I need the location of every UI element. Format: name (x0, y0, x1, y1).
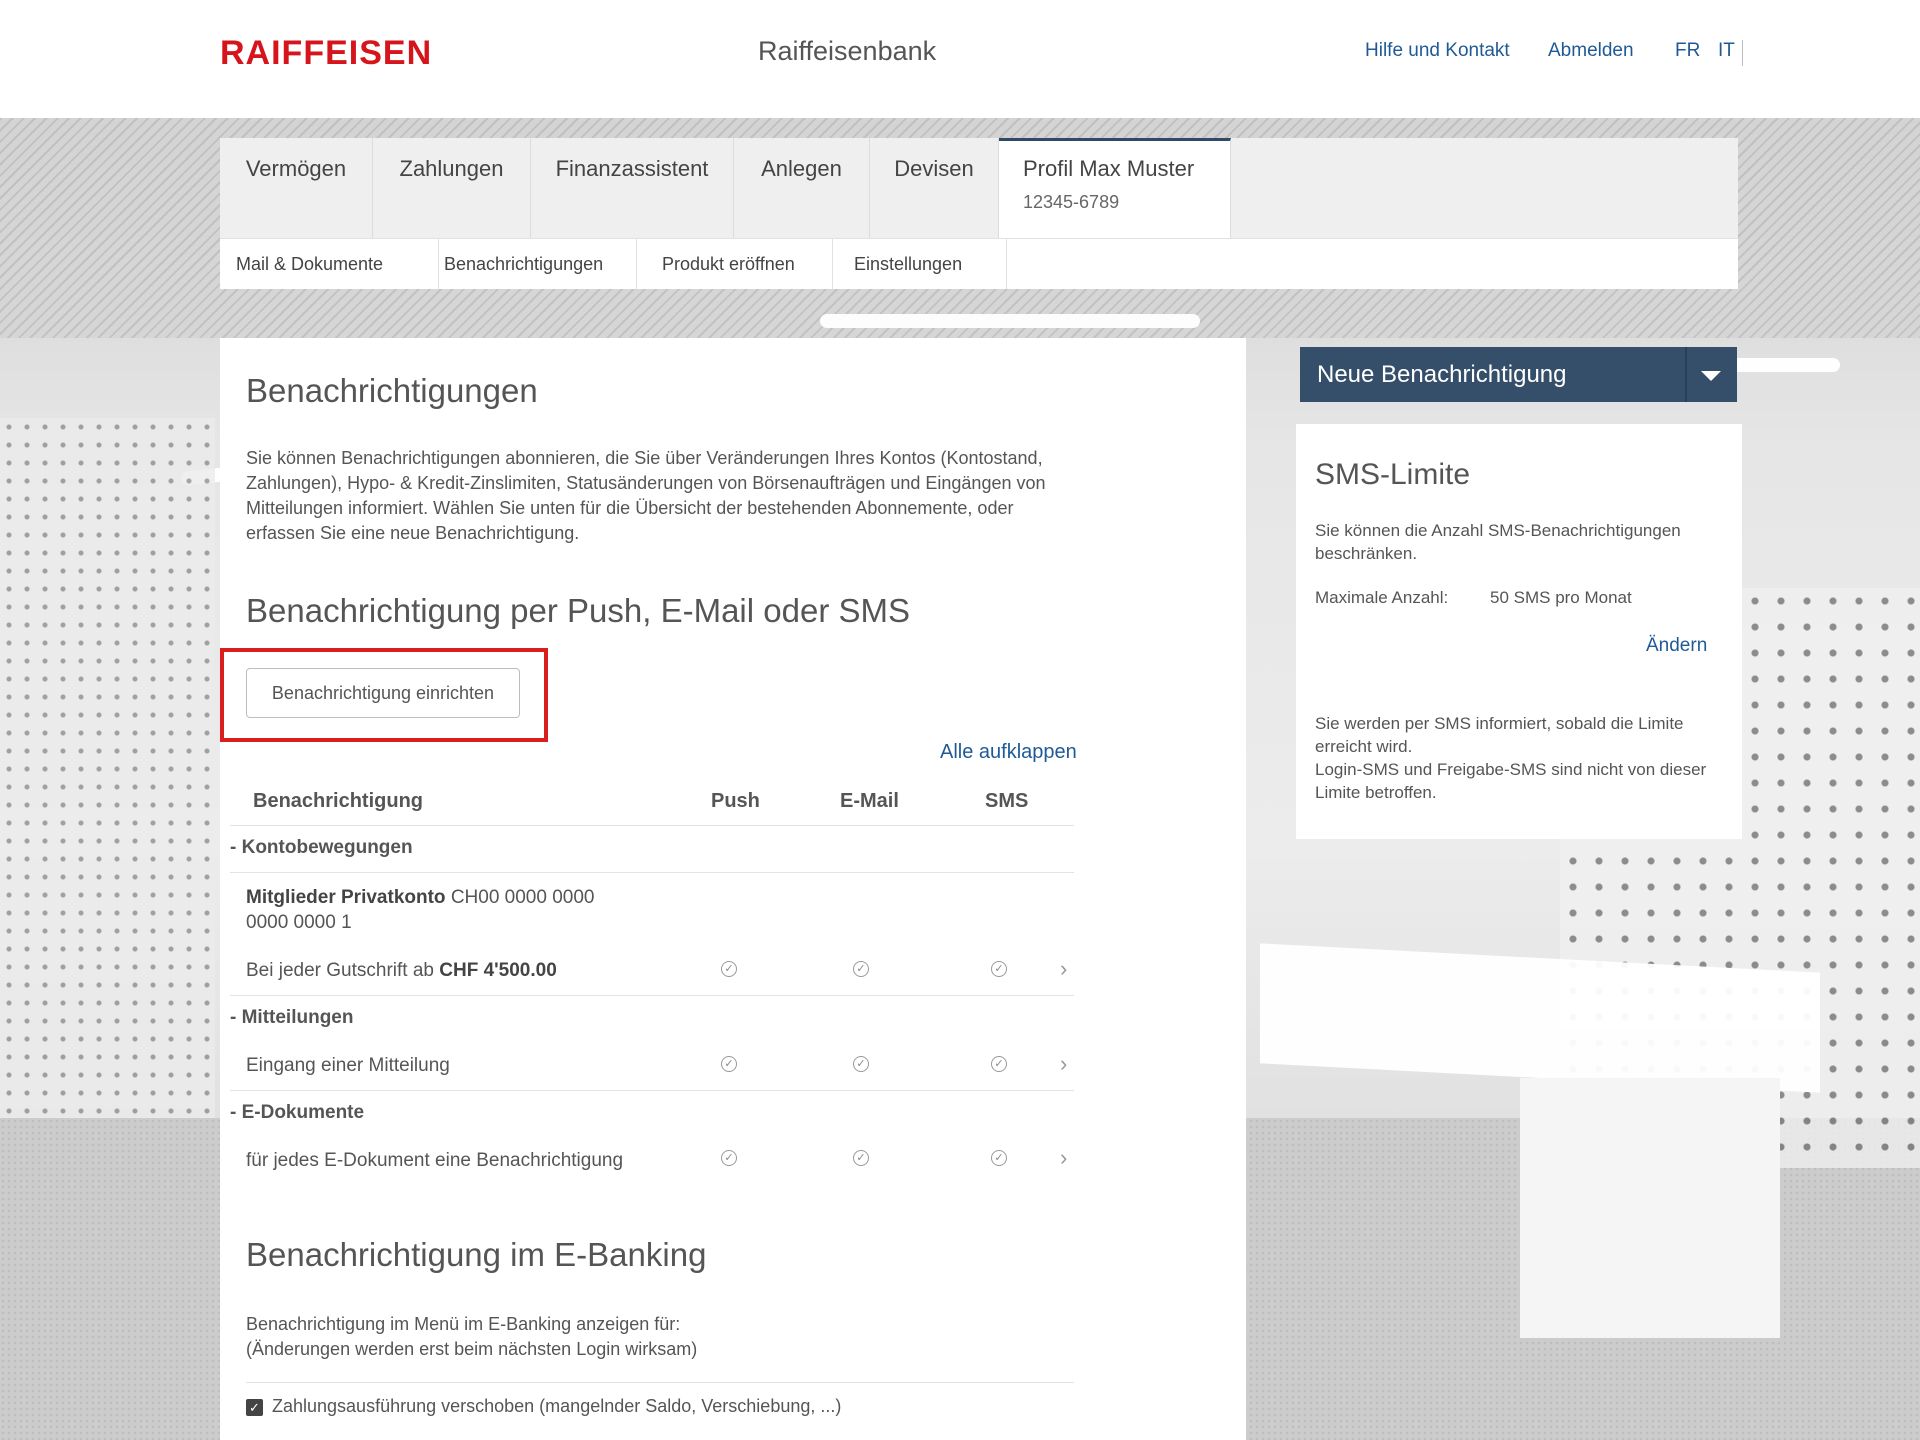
tab-zahlungen[interactable]: Zahlungen (373, 138, 531, 238)
group-kontobewegungen[interactable]: - Kontobewegungen (230, 837, 413, 859)
sms-limit-title: SMS-Limite (1315, 458, 1471, 491)
main-navigation: Vermögen Zahlungen Finanzassistent Anleg… (220, 138, 1738, 238)
ebanking-line-1: Benachrichtigung im Menü im E-Banking an… (246, 1314, 681, 1334)
profile-number: 12345-6789 (1023, 192, 1120, 212)
account-name: Mitglieder Privatkonto (246, 887, 446, 908)
logout-link[interactable]: Abmelden (1548, 40, 1634, 62)
group-label: Kontobewegungen (241, 837, 413, 858)
rule-amount: CHF 4'500.00 (439, 960, 557, 981)
page-title: Benachrichtigungen (246, 372, 538, 409)
account-label: Mitglieder Privatkonto CH00 0000 0000 00… (246, 885, 594, 935)
column-header-name: Benachrichtigung (253, 790, 424, 812)
tab-finanzassistent[interactable]: Finanzassistent (531, 138, 734, 238)
section-title-push: Benachrichtigung per Push, E-Mail oder S… (246, 592, 910, 629)
group-label: E-Dokumente (241, 1102, 365, 1123)
divider (246, 1382, 1074, 1383)
dropdown-label: Neue Benachrichtigung (1317, 361, 1567, 388)
raiffeisen-logo[interactable]: RAIFFEISEN (220, 34, 432, 73)
divider (230, 825, 1074, 826)
lang-separator (1742, 40, 1743, 66)
push-check-icon[interactable]: ✓ (721, 1150, 737, 1166)
expand-all-link[interactable]: Alle aufklappen (940, 741, 1077, 764)
ceiling-light (820, 314, 1200, 328)
sub-navigation: Mail & Dokumente Benachrichtigungen Prod… (220, 238, 1738, 289)
table-row-gutschrift: Bei jeder Gutschrift ab CHF 4'500.00 (246, 960, 557, 982)
help-contact-link[interactable]: Hilfe und Kontakt (1365, 40, 1510, 62)
sms-check-icon[interactable]: ✓ (991, 1056, 1007, 1072)
group-mitteilungen[interactable]: - Mitteilungen (230, 1007, 354, 1029)
ebanking-description: Benachrichtigung im Menü im E-Banking an… (246, 1312, 697, 1362)
tab-anlegen[interactable]: Anlegen (734, 138, 870, 238)
chevron-down-icon[interactable] (1701, 371, 1721, 381)
sms-check-icon[interactable]: ✓ (991, 1150, 1007, 1166)
section-title-ebanking: Benachrichtigung im E-Banking (246, 1236, 707, 1273)
lang-it-link[interactable]: IT (1718, 40, 1735, 62)
subnav-produkt-eroeffnen[interactable]: Produkt eröffnen (662, 239, 833, 289)
chevron-right-icon[interactable]: › (1060, 956, 1067, 982)
dropdown-divider (1685, 347, 1687, 402)
tab-vermoegen[interactable]: Vermögen (220, 138, 373, 238)
sms-info-line-2: Login-SMS und Freigabe-SMS sind nicht vo… (1315, 760, 1707, 802)
chevron-right-icon[interactable]: › (1060, 1145, 1067, 1171)
divider (230, 995, 1074, 996)
tab-devisen[interactable]: Devisen (870, 138, 999, 238)
group-label: Mitteilungen (241, 1007, 354, 1028)
table-row-mitteilung: Eingang einer Mitteilung (246, 1055, 450, 1076)
email-check-icon[interactable]: ✓ (853, 961, 869, 977)
subnav-einstellungen[interactable]: Einstellungen (854, 239, 1007, 289)
account-iban-1: CH00 0000 0000 (450, 887, 595, 908)
bank-name: Raiffeisenbank (758, 36, 937, 66)
column-header-email: E-Mail (840, 790, 899, 812)
divider (230, 872, 1074, 873)
lang-fr-link[interactable]: FR (1675, 40, 1700, 62)
sms-info-text: Sie werden per SMS informiert, sobald di… (1315, 712, 1720, 804)
intro-text: Sie können Benachrichtigungen abonnieren… (246, 448, 1046, 543)
ebanking-line-2: (Änderungen werden erst beim nächsten Lo… (246, 1339, 698, 1359)
sms-limit-description: Sie können die Anzahl SMS-Benachrichtigu… (1315, 521, 1681, 563)
tab-profile[interactable]: Profil Max Muster 12345-6789 (999, 138, 1231, 238)
table-row-edokument: für jedes E-Dokument eine Benachrichtigu… (246, 1150, 624, 1171)
rule-prefix: Bei jeder Gutschrift ab (246, 960, 434, 981)
counter-base (1520, 1078, 1780, 1338)
max-count-label: Maximale Anzahl: (1315, 588, 1449, 607)
new-notification-dropdown[interactable]: Neue Benachrichtigung (1300, 347, 1737, 402)
email-check-icon[interactable]: ✓ (853, 1056, 869, 1072)
column-header-sms: SMS (985, 790, 1029, 812)
sms-info-line-1: Sie werden per SMS informiert, sobald di… (1315, 714, 1684, 756)
payment-delayed-checkbox[interactable]: ✓ (246, 1399, 263, 1416)
profile-name: Profil Max Muster (1023, 156, 1195, 181)
divider (230, 1090, 1074, 1091)
email-check-icon[interactable]: ✓ (853, 1150, 869, 1166)
change-limit-link[interactable]: Ändern (1646, 635, 1707, 657)
subnav-mail-dokumente[interactable]: Mail & Dokumente (236, 239, 439, 289)
highlight-box (220, 648, 548, 742)
chevron-right-icon[interactable]: › (1060, 1051, 1067, 1077)
group-edokumente[interactable]: - E-Dokumente (230, 1102, 364, 1124)
column-header-push: Push (711, 790, 760, 812)
push-check-icon[interactable]: ✓ (721, 961, 737, 977)
max-count-value: 50 SMS pro Monat (1490, 588, 1632, 607)
payment-delayed-label: Zahlungsausführung verschoben (mangelnde… (272, 1396, 842, 1416)
perforated-wall-left (0, 418, 215, 1178)
account-iban-2: 0000 0000 1 (246, 912, 352, 933)
sms-check-icon[interactable]: ✓ (991, 961, 1007, 977)
subnav-benachrichtigungen[interactable]: Benachrichtigungen (444, 239, 637, 289)
push-check-icon[interactable]: ✓ (721, 1056, 737, 1072)
